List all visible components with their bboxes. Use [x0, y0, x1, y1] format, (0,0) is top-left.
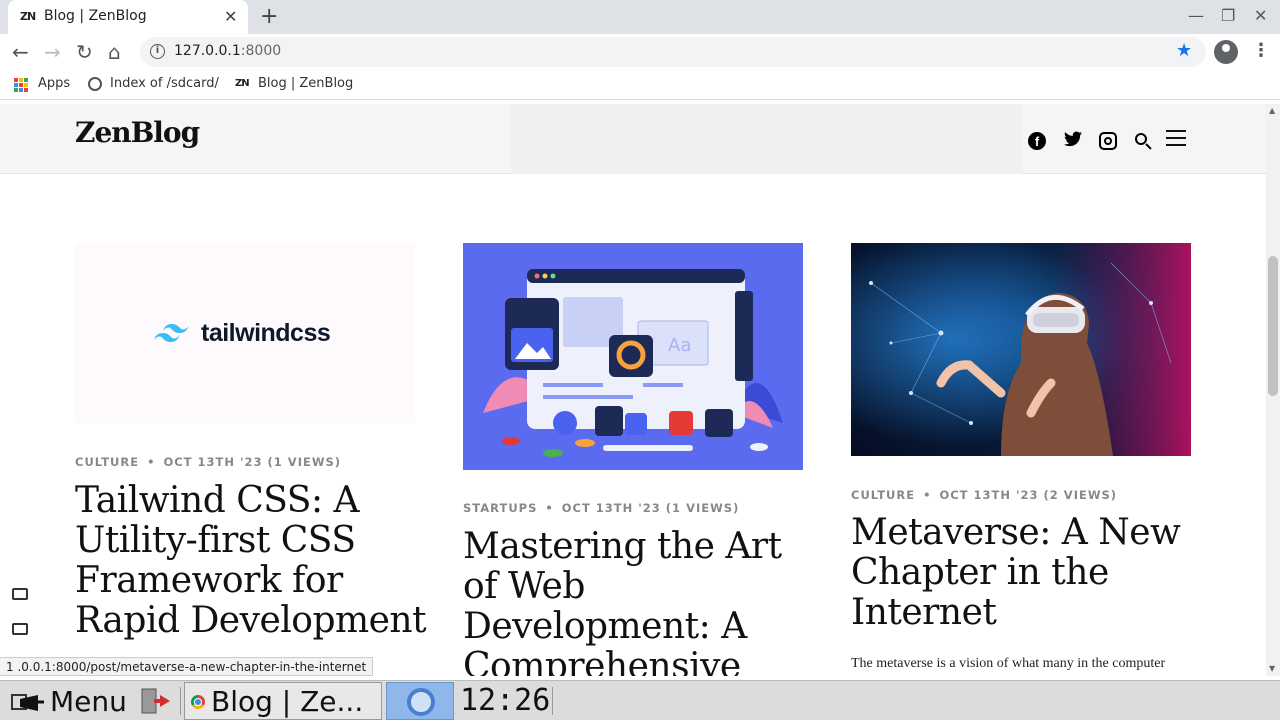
svg-text:Aa: Aa	[668, 335, 691, 356]
bookmark-zenblog[interactable]: Blog | ZenBlog	[258, 76, 353, 91]
bookmark-star-icon[interactable]: ★	[1176, 40, 1192, 61]
link-status-bubble: 1 .0.0.1:8000/post/metaverse-a-new-chapt…	[0, 657, 374, 676]
post-excerpt: The metaverse is a vision of what many i…	[851, 656, 1166, 671]
site-info-icon[interactable]: i	[150, 44, 165, 59]
close-tab-icon[interactable]: ✕	[224, 7, 237, 26]
zenblog-favicon-icon: ZN	[235, 78, 250, 89]
site-header: ZenBlog f	[0, 104, 1266, 174]
scroll-thumb[interactable]	[1268, 256, 1278, 396]
browser-tab[interactable]: ZN Blog | ZenBlog ✕	[8, 0, 248, 34]
bookmarks-bar: Apps Index of /sdcard/ ZN Blog | ZenBlog	[0, 70, 1280, 100]
taskbar-clock: 12:26	[460, 683, 551, 718]
post-title[interactable]: Metaverse: A New Chapter in the Internet	[851, 513, 1211, 633]
zenblog-favicon-icon: ZN	[20, 10, 36, 23]
post-meta: CULTURE • OCT 13TH '23 (1 VIEWS)	[75, 455, 342, 469]
forward-icon[interactable]: →	[44, 40, 61, 64]
post-meta: CULTURE • OCT 13TH '23 (2 VIEWS)	[851, 488, 1118, 502]
logout-icon[interactable]	[140, 685, 172, 717]
dock-document-icon[interactable]	[12, 623, 28, 635]
tailwind-logo-icon	[153, 321, 191, 343]
taskbar-chrome-launcher[interactable]	[386, 682, 454, 720]
post-title[interactable]: Mastering the Art of Web Development: A …	[463, 527, 823, 677]
tailwind-wordmark: tailwindcss	[201, 319, 331, 347]
chrome-icon	[191, 695, 205, 709]
post-thumbnail[interactable]: Aa	[463, 243, 803, 470]
url-text[interactable]: 127.0.0.1:8000	[174, 43, 281, 59]
site-logo[interactable]: ZenBlog	[75, 116, 200, 149]
page-scrollbar[interactable]: ▲ ▼	[1266, 104, 1280, 676]
start-menu-label: Menu	[50, 685, 127, 718]
globe-icon	[88, 77, 102, 91]
instagram-icon[interactable]	[1099, 132, 1117, 150]
browser-menu-icon[interactable]: ⋮	[1252, 40, 1270, 61]
post-title[interactable]: Tailwind CSS: A Utility-first CSS Framew…	[75, 481, 435, 641]
browser-toolbar: ← → ↻ ⌂ i 127.0.0.1:8000 ★	[0, 34, 1280, 70]
post-date: OCT 13TH '23 (1 VIEWS)	[561, 501, 740, 515]
scroll-down-icon[interactable]: ▼	[1269, 664, 1275, 673]
desktop-taskbar: Menu Blog | Ze... 12:26	[0, 680, 1280, 720]
post-date: OCT 13TH '23 (1 VIEWS)	[163, 455, 342, 469]
restore-icon[interactable]: ❐	[1221, 6, 1235, 25]
post-thumbnail[interactable]	[851, 243, 1191, 456]
post-date: OCT 13TH '23 (2 VIEWS)	[939, 488, 1118, 502]
hamburger-menu-icon[interactable]	[1166, 130, 1186, 146]
post-thumbnail[interactable]: tailwindcss	[75, 243, 415, 423]
minimize-icon[interactable]: —	[1188, 6, 1204, 25]
bookmark-index-sdcard[interactable]: Index of /sdcard/	[110, 76, 219, 91]
taskbar-window-button[interactable]: Blog | Ze...	[184, 682, 382, 720]
apps-grid-icon[interactable]	[14, 78, 28, 92]
reload-icon[interactable]: ↻	[76, 40, 93, 64]
facebook-icon[interactable]: f	[1028, 132, 1046, 150]
chrome-icon	[407, 688, 435, 716]
bookmark-apps[interactable]: Apps	[38, 76, 70, 91]
scroll-up-icon[interactable]: ▲	[1269, 106, 1275, 115]
web-development-illustration: Aa	[483, 269, 783, 457]
post-category[interactable]: CULTURE	[851, 488, 915, 502]
header-banner-area	[511, 104, 1022, 174]
dock-window-icon[interactable]	[12, 588, 28, 600]
search-icon[interactable]	[1134, 132, 1152, 150]
post-category[interactable]: CULTURE	[75, 455, 139, 469]
tab-title: Blog | ZenBlog	[44, 8, 147, 24]
new-tab-button[interactable]: +	[260, 4, 278, 29]
browser-tab-strip: ZN Blog | ZenBlog ✕ + — ❐ ✕	[0, 0, 1280, 34]
back-icon[interactable]: ←	[12, 40, 29, 64]
post-category[interactable]: STARTUPS	[463, 501, 537, 515]
post-meta: STARTUPS • OCT 13TH '23 (1 VIEWS)	[463, 501, 740, 515]
close-window-icon[interactable]: ✕	[1254, 6, 1267, 25]
address-bar[interactable]: i 127.0.0.1:8000 ★	[140, 37, 1206, 67]
taskbar-window-title: Blog | Ze...	[211, 685, 364, 718]
metaverse-vr-illustration	[851, 243, 1191, 456]
twitter-icon[interactable]	[1064, 131, 1082, 149]
web-page: ZenBlog f tailwindcss CULTURE • OCT 13TH '…	[0, 104, 1266, 676]
home-icon[interactable]: ⌂	[108, 40, 121, 64]
profile-avatar-icon[interactable]	[1214, 40, 1238, 64]
start-menu-icon	[11, 694, 44, 711]
